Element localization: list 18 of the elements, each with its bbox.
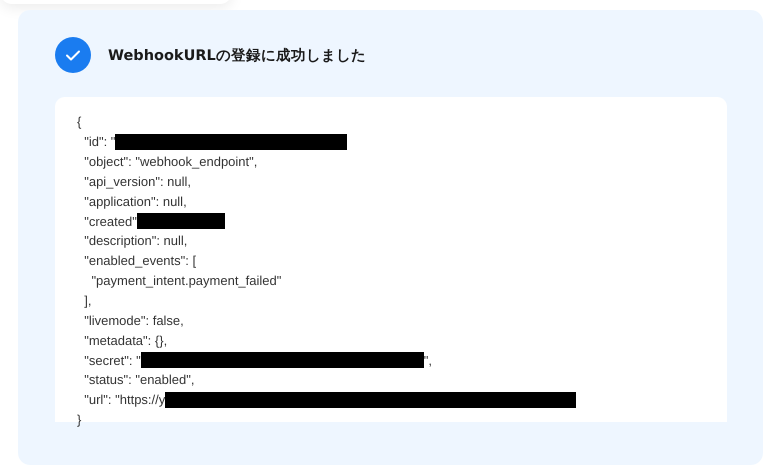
code-line: "payment_intent.payment_failed": [90, 273, 282, 288]
code-line: ",: [424, 352, 432, 368]
code-line: {: [77, 114, 82, 130]
code-line: "enabled_events": [: [83, 253, 196, 268]
code-line: "livemode": false,: [83, 312, 184, 328]
code-line: ],: [83, 293, 92, 308]
code-line: "description": null,: [83, 233, 188, 248]
code-line: "created": [83, 214, 137, 229]
code-line: "api_version": null,: [83, 174, 192, 189]
code-line: }: [77, 412, 82, 428]
code-line: "url": "https://y: [83, 392, 166, 408]
code-line: "metadata": {},: [83, 332, 168, 348]
code-line: "application": null,: [83, 194, 187, 209]
code-line: "status": "enabled",: [83, 372, 194, 388]
code-line: "secret": ": [83, 352, 141, 368]
code-line: "id": ": [83, 134, 116, 150]
code-line: "object": "webhook_endpoint",: [83, 154, 258, 170]
result-title: WebhookURLの登録に成功しました: [108, 46, 366, 64]
